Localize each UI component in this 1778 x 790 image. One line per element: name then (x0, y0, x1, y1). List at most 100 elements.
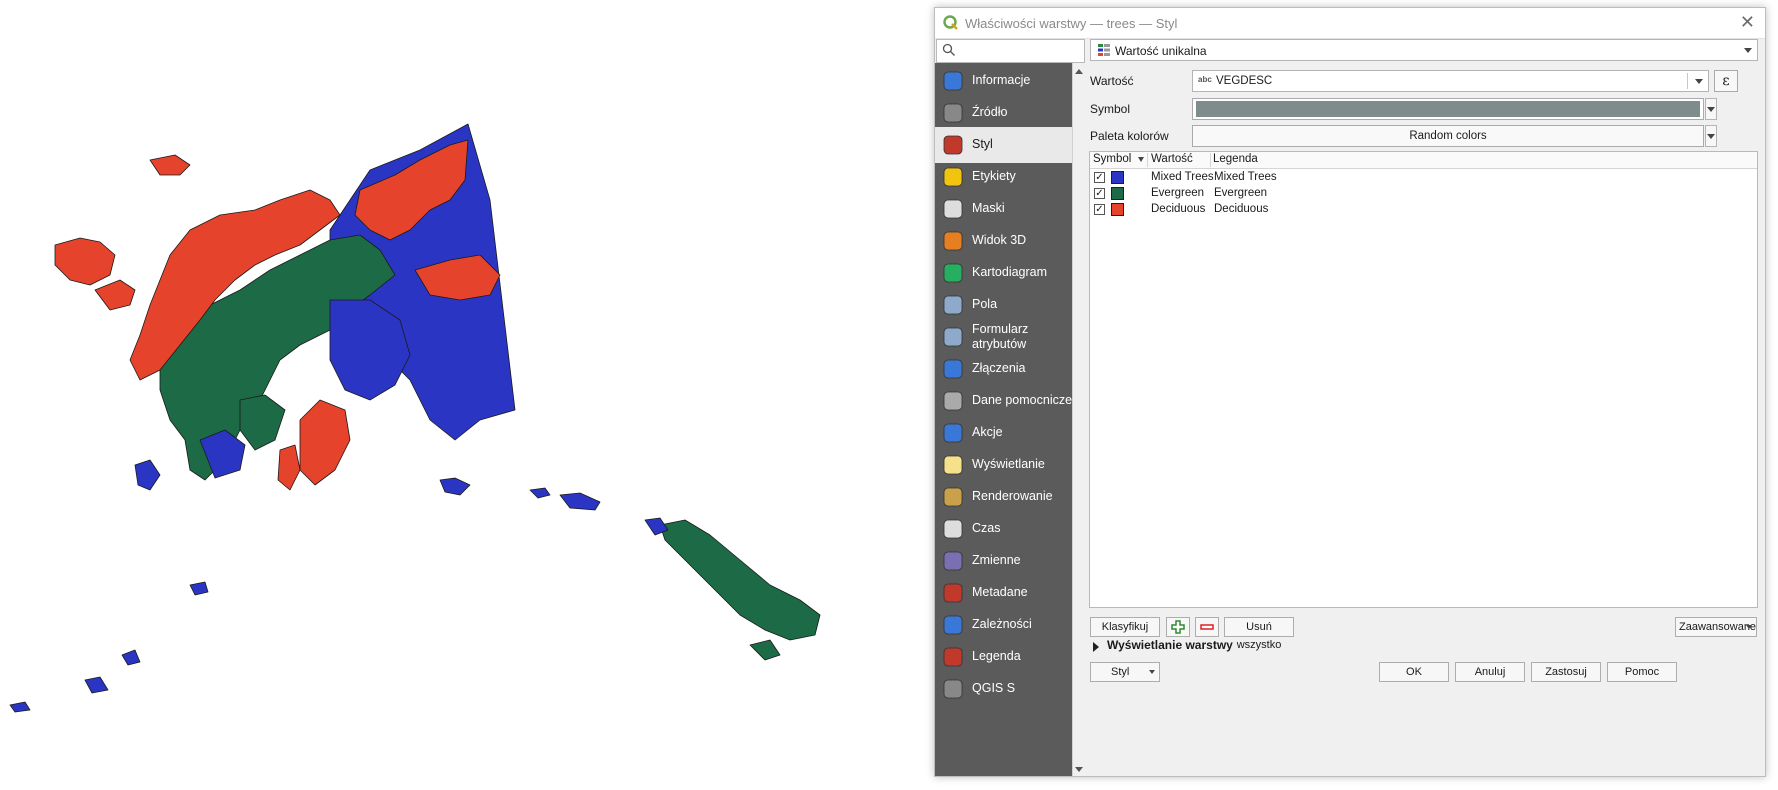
minus-icon (1200, 624, 1214, 630)
layer-rendering-section[interactable]: Wyświetlanie warstwy (1107, 638, 1233, 652)
sidebar-item-clock[interactable]: Czas (935, 511, 1072, 547)
sidebar-item-fields[interactable]: Pola (935, 287, 1072, 323)
chevron-down-icon (1744, 48, 1752, 53)
sidebar-item-label: Akcje (972, 425, 1003, 439)
cancel-button[interactable]: Anuluj (1455, 662, 1525, 682)
style-menu-button[interactable]: Styl (1090, 662, 1160, 682)
sidebar-item-info[interactable]: Informacje (935, 63, 1072, 99)
source-wrench-icon (941, 101, 965, 125)
symbol-button[interactable] (1192, 98, 1704, 120)
table-row[interactable]: ✓ Mixed Trees Mixed Trees (1090, 170, 1757, 186)
expand-arrow-icon[interactable] (1093, 642, 1099, 652)
map-canvas[interactable] (0, 0, 940, 787)
renderer-select[interactable]: Wartość unikalna (1090, 39, 1758, 61)
sidebar-item-diagram[interactable]: Kartodiagram (935, 255, 1072, 291)
category-checkbox[interactable]: ✓ (1094, 188, 1105, 199)
category-value: Evergreen (1151, 187, 1205, 199)
sidebar-item-dependencies[interactable]: Zależności (935, 607, 1072, 643)
layer-properties-dialog: Właściwości warstwy — trees — Styl ✕ Inf… (934, 7, 1766, 777)
classify-button[interactable]: Klasyfikuj (1090, 617, 1160, 637)
field-select[interactable]: abc VEGDESC (1192, 70, 1709, 92)
sidebar: Informacje Źródło Styl Etykiety Maski Widok 3… (935, 63, 1072, 776)
category-symbol-swatch[interactable] (1111, 203, 1124, 216)
expression-button[interactable]: ε (1714, 70, 1738, 92)
sidebar-item-actions-gear[interactable]: Akcje (935, 415, 1072, 451)
sidebar-item-label: QGIS S (972, 681, 1016, 695)
map-polygon-mixed (121, 649, 141, 666)
category-symbol-swatch[interactable] (1111, 171, 1124, 184)
metadata-icon (941, 581, 965, 605)
categories-table[interactable]: Symbol Wartość Legenda ✓ Mixed Trees Mixed… (1089, 151, 1758, 608)
sidebar-item-auxiliary-storage[interactable]: Dane pomocnicze (935, 383, 1072, 419)
map-polygon-deciduous (299, 399, 351, 486)
category-legend: Deciduous (1214, 203, 1269, 215)
column-header-symbol[interactable]: Symbol (1093, 153, 1131, 165)
ok-button[interactable]: OK (1379, 662, 1449, 682)
sidebar-item-label: Kartodiagram (972, 265, 1048, 279)
info-icon (941, 69, 965, 93)
sidebar-item-label: Styl (972, 137, 993, 151)
map-polygon-evergreen (749, 639, 781, 661)
legend-icon (941, 645, 965, 669)
scroll-down-icon[interactable] (1075, 767, 1083, 772)
chevron-down-icon (1695, 79, 1703, 84)
sidebar-item-label: Źródło (972, 105, 1008, 119)
sidebar-item-cube-3d[interactable]: Widok 3D (935, 223, 1072, 259)
sidebar-item-masks-abc[interactable]: Maski (935, 191, 1072, 227)
advanced-menu-button[interactable]: Zaawansowane (1675, 617, 1757, 637)
sidebar-item-metadata[interactable]: Metadane (935, 575, 1072, 611)
sidebar-item-display-speech[interactable]: Wyświetlanie (935, 447, 1072, 483)
column-header-legend[interactable]: Legenda (1213, 153, 1258, 165)
map-polygon-deciduous (277, 444, 301, 491)
sidebar-item-joins[interactable]: Złączenia (935, 351, 1072, 387)
map-polygon-mixed (529, 487, 551, 499)
symbol-dropdown[interactable] (1705, 98, 1717, 120)
color-ramp-dropdown[interactable] (1705, 125, 1717, 147)
search-input[interactable] (936, 39, 1085, 63)
sidebar-item-source-wrench[interactable]: Źródło (935, 95, 1072, 131)
scroll-up-icon[interactable] (1075, 69, 1083, 74)
category-checkbox[interactable]: ✓ (1094, 172, 1105, 183)
rendering-brush-icon (941, 485, 965, 509)
table-row[interactable]: ✓ Deciduous Deciduous (1090, 202, 1757, 218)
sidebar-item-qgis-server[interactable]: QGIS S (935, 671, 1072, 707)
renderer-value: Wartość unikalna (1115, 44, 1207, 58)
map-polygon-mixed (189, 581, 209, 596)
sidebar-item-label: Formularz atrybutów (972, 322, 1029, 351)
sidebar-item-style-brush[interactable]: Styl (935, 127, 1072, 163)
help-button[interactable]: Pomoc (1607, 662, 1677, 682)
close-icon[interactable]: ✕ (1740, 12, 1755, 33)
search-icon (942, 43, 955, 56)
delete-all-button[interactable]: Usuń wszystko (1224, 617, 1294, 651)
symbol-label: Symbol (1090, 102, 1131, 116)
apply-button[interactable]: Zastosuj (1531, 662, 1601, 682)
palette-label: Paleta kolorów (1090, 129, 1169, 143)
color-ramp-button[interactable]: Random colors (1192, 125, 1704, 147)
chevron-down-icon (1746, 625, 1752, 629)
column-header-value[interactable]: Wartość (1151, 153, 1193, 165)
remove-category-button[interactable] (1195, 617, 1219, 637)
sidebar-item-label: Metadane (972, 585, 1028, 599)
sidebar-item-form[interactable]: Formularz atrybutów (935, 319, 1072, 355)
chevron-down-icon (1707, 134, 1715, 139)
plus-icon (1171, 620, 1185, 634)
map-polygon-mixed (84, 676, 109, 694)
sidebar-scrollbar[interactable] (1072, 63, 1086, 776)
map-polygon-mixed (9, 701, 31, 713)
advanced-label: Zaawansowane (1679, 621, 1757, 633)
categorized-renderer-icon (1098, 44, 1110, 56)
sidebar-item-label: Informacje (972, 73, 1031, 87)
category-checkbox[interactable]: ✓ (1094, 204, 1105, 215)
chevron-down-icon (1707, 107, 1715, 112)
category-symbol-swatch[interactable] (1111, 187, 1124, 200)
sidebar-item-rendering-brush[interactable]: Renderowanie (935, 479, 1072, 515)
sidebar-item-label: Zależności (972, 617, 1032, 631)
table-header: Symbol Wartość Legenda (1090, 152, 1757, 169)
add-category-button[interactable] (1166, 617, 1190, 637)
sidebar-item-labels-abc[interactable]: Etykiety (935, 159, 1072, 195)
table-row[interactable]: ✓ Evergreen Evergreen (1090, 186, 1757, 202)
sidebar-item-variables[interactable]: Zmienne (935, 543, 1072, 579)
sidebar-item-legend[interactable]: Legenda (935, 639, 1072, 675)
category-value: Deciduous (1151, 203, 1206, 215)
style-brush-icon (941, 133, 965, 157)
